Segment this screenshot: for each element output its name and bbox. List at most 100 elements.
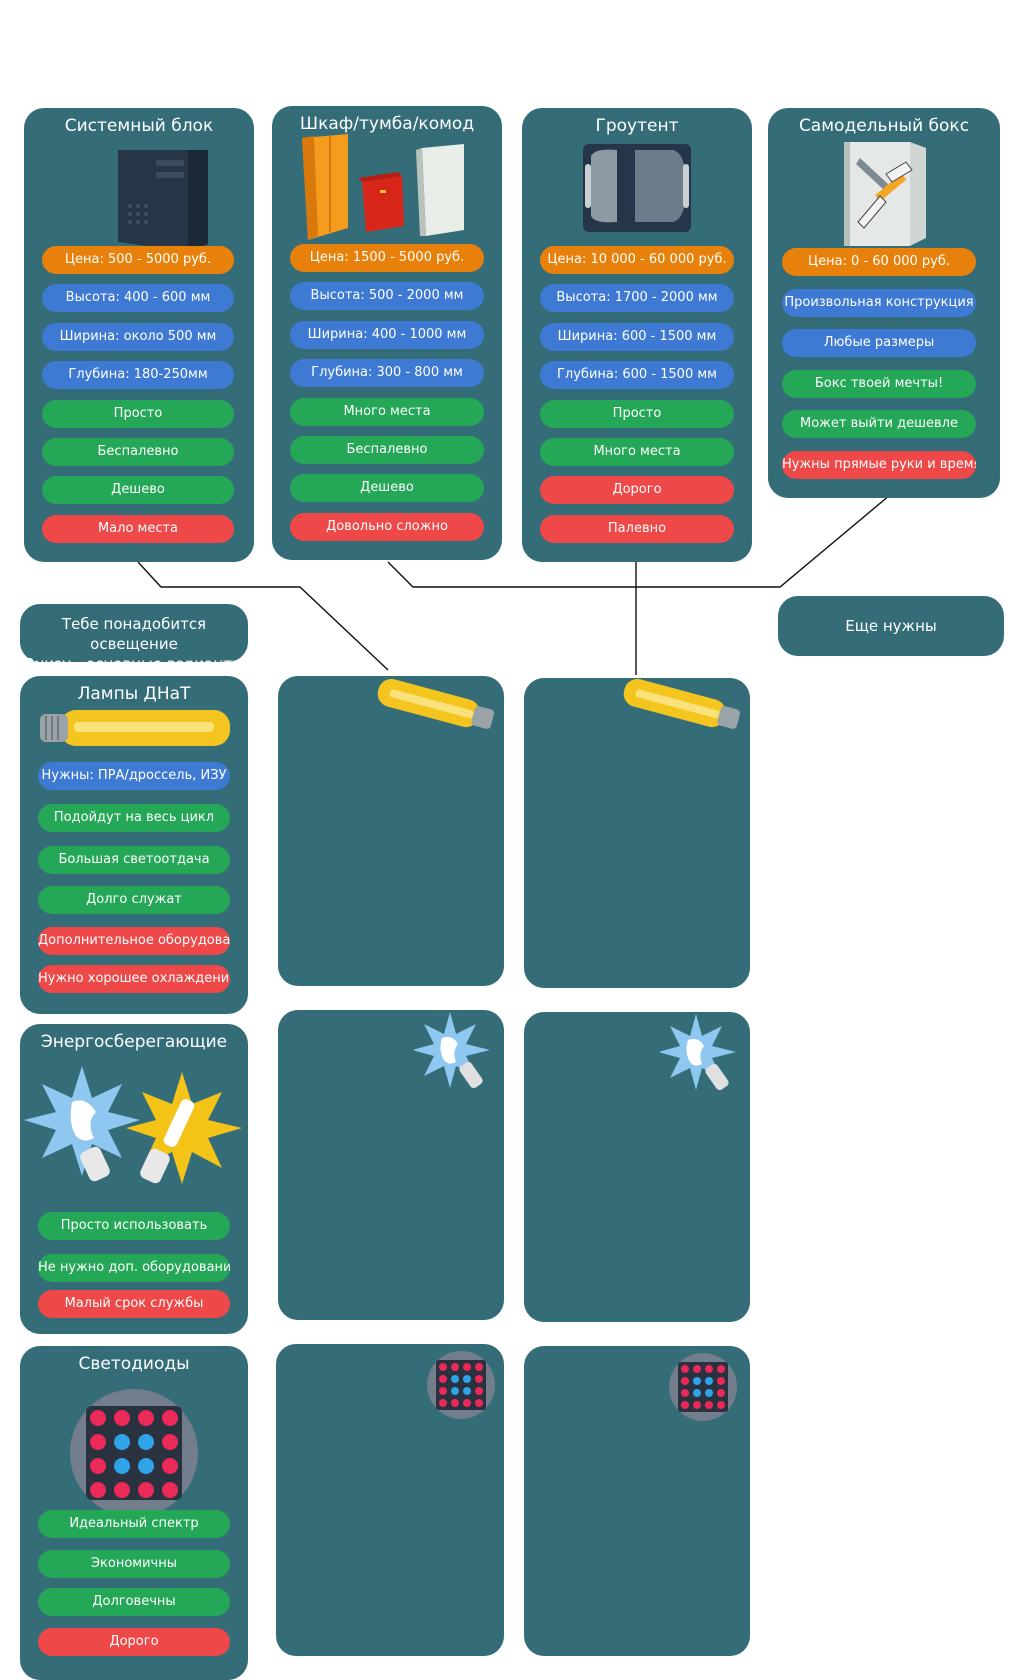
diy-box-icon [844, 142, 926, 246]
box-attribute-pill: Беспалевно [290, 436, 484, 464]
lighting-note: Тебе понадобится освещение Внизу - основ… [20, 604, 248, 673]
led-dot [705, 1401, 713, 1409]
box-attribute-pill: Мало места [42, 515, 234, 543]
box-title: Самодельный бокс [798, 116, 970, 136]
more-note: Еще нужны [778, 596, 1004, 656]
lamp-attribute-pill: Нужны: ПРА/дроссель, ИЗУ [38, 762, 230, 790]
box-attribute-pill: Бокс твоей мечты! [782, 370, 976, 398]
led-dot [114, 1410, 130, 1426]
box-attribute-pill: Довольно сложно [290, 513, 484, 541]
led-dot [439, 1387, 447, 1395]
led-dot [681, 1389, 689, 1397]
led-dot [162, 1410, 178, 1426]
led-dot [717, 1377, 725, 1385]
led-dot [463, 1387, 471, 1395]
box-attribute-pill: Беспалевно [42, 438, 234, 466]
led-dot [475, 1375, 483, 1383]
lamp-attribute-pill: Экономичны [38, 1550, 230, 1578]
led-dot [693, 1377, 701, 1385]
led-matrix-icon [70, 1389, 198, 1517]
lamp-attribute-pill: Долговечны [38, 1588, 230, 1616]
led-matrix-icon [427, 1351, 495, 1419]
led-dot [451, 1363, 459, 1371]
lamp-attribute-pill: Дорого [38, 1628, 230, 1656]
led-dot [114, 1482, 130, 1498]
lamp-attribute-pill: Долго служат [38, 886, 230, 914]
led-dot [138, 1482, 154, 1498]
box-attribute-pill: Высота: 400 - 600 мм [42, 284, 234, 312]
furniture-icon [302, 134, 464, 240]
led-dot [717, 1389, 725, 1397]
box-attribute-pill: Ширина: около 500 мм [42, 323, 234, 351]
box-title: Гроутент [595, 116, 679, 136]
led-dot [439, 1363, 447, 1371]
cfl-lamp-icon [414, 1012, 490, 1089]
box-attribute-pill: Цена: 0 - 60 000 руб. [782, 248, 976, 276]
led-dot [463, 1399, 471, 1407]
led-dot [439, 1375, 447, 1383]
lamp-attribute-pill: Дополнительное оборудование [38, 927, 230, 955]
led-dot [114, 1458, 130, 1474]
led-dot [705, 1377, 713, 1385]
hps-lamp-icon [623, 678, 741, 729]
box-attribute-pill: Просто [540, 400, 734, 428]
led-dot [475, 1399, 483, 1407]
led-dot [705, 1389, 713, 1397]
lamp-attribute-pill: Большая светоотдача [38, 846, 230, 874]
box-attribute-pill: Дешево [42, 476, 234, 504]
box-attribute-pill: Глубина: 600 - 1500 мм [540, 361, 734, 389]
led-dot [138, 1458, 154, 1474]
led-dot [138, 1410, 154, 1426]
hps-lamp-icon [377, 678, 495, 729]
lamp-attribute-pill: Не нужно доп. оборудование [38, 1254, 230, 1282]
lamp-title: Светодиоды [78, 1354, 190, 1374]
led-dot [705, 1365, 713, 1373]
lamp-card-hps: Лампы ДНаТ [20, 676, 248, 1014]
lighting-note-line1: Тебе понадобится освещение [61, 615, 207, 653]
growtent-icon [583, 144, 691, 232]
led-dot [475, 1363, 483, 1371]
lamp-attribute-pill: Малый срок службы [38, 1290, 230, 1318]
led-dot [681, 1377, 689, 1385]
box-attribute-pill: Дешево [290, 474, 484, 502]
cfl-lamp-icon [24, 1066, 242, 1184]
lamp-title: Лампы ДНаТ [77, 684, 191, 704]
pc-case-icon [118, 150, 208, 252]
led-dot [475, 1387, 483, 1395]
led-dot [90, 1434, 106, 1450]
hps-lamp-icon [40, 710, 230, 746]
lamp-title: Энергосберегающие [40, 1032, 228, 1052]
box-attribute-pill: Много места [290, 398, 484, 426]
lamp-attribute-pill: Идеальный спектр [38, 1510, 230, 1538]
box-attribute-pill: Просто [42, 400, 234, 428]
led-dot [162, 1458, 178, 1474]
lamp-attribute-pill: Нужно хорошее охлаждение [38, 965, 230, 993]
box-attribute-pill: Дорого [540, 476, 734, 504]
led-dot [451, 1399, 459, 1407]
led-dot [138, 1434, 154, 1450]
led-dot [681, 1365, 689, 1373]
box-title: Системный блок [64, 116, 214, 136]
led-dot [90, 1458, 106, 1474]
lamp-card-cfl: Энергосберегающие [20, 1024, 248, 1334]
cfl-lamp-icon [660, 1014, 736, 1091]
box-attribute-pill: Глубина: 300 - 800 мм [290, 359, 484, 387]
led-dot [693, 1389, 701, 1397]
box-attribute-pill: Много места [540, 438, 734, 466]
box-attribute-pill: Любые размеры [782, 329, 976, 357]
box-attribute-pill: Произвольная конструкция [782, 289, 976, 317]
led-dot [162, 1482, 178, 1498]
led-dot [162, 1434, 178, 1450]
box-attribute-pill: Глубина: 180-250мм [42, 361, 234, 389]
led-matrix-icon [669, 1353, 737, 1421]
led-dot [90, 1482, 106, 1498]
box-attribute-pill: Палевно [540, 515, 734, 543]
box-attribute-pill: Ширина: 400 - 1000 мм [290, 321, 484, 349]
lighting-note-line2: Внизу - основные варианты [24, 655, 244, 673]
box-attribute-pill: Ширина: 600 - 1500 мм [540, 323, 734, 351]
box-attribute-pill: Нужны прямые руки и время [782, 451, 976, 479]
led-dot [439, 1399, 447, 1407]
box-attribute-pill: Высота: 1700 - 2000 мм [540, 284, 734, 312]
box-attribute-pill: Может выйти дешевле [782, 410, 976, 438]
led-dot [693, 1401, 701, 1409]
